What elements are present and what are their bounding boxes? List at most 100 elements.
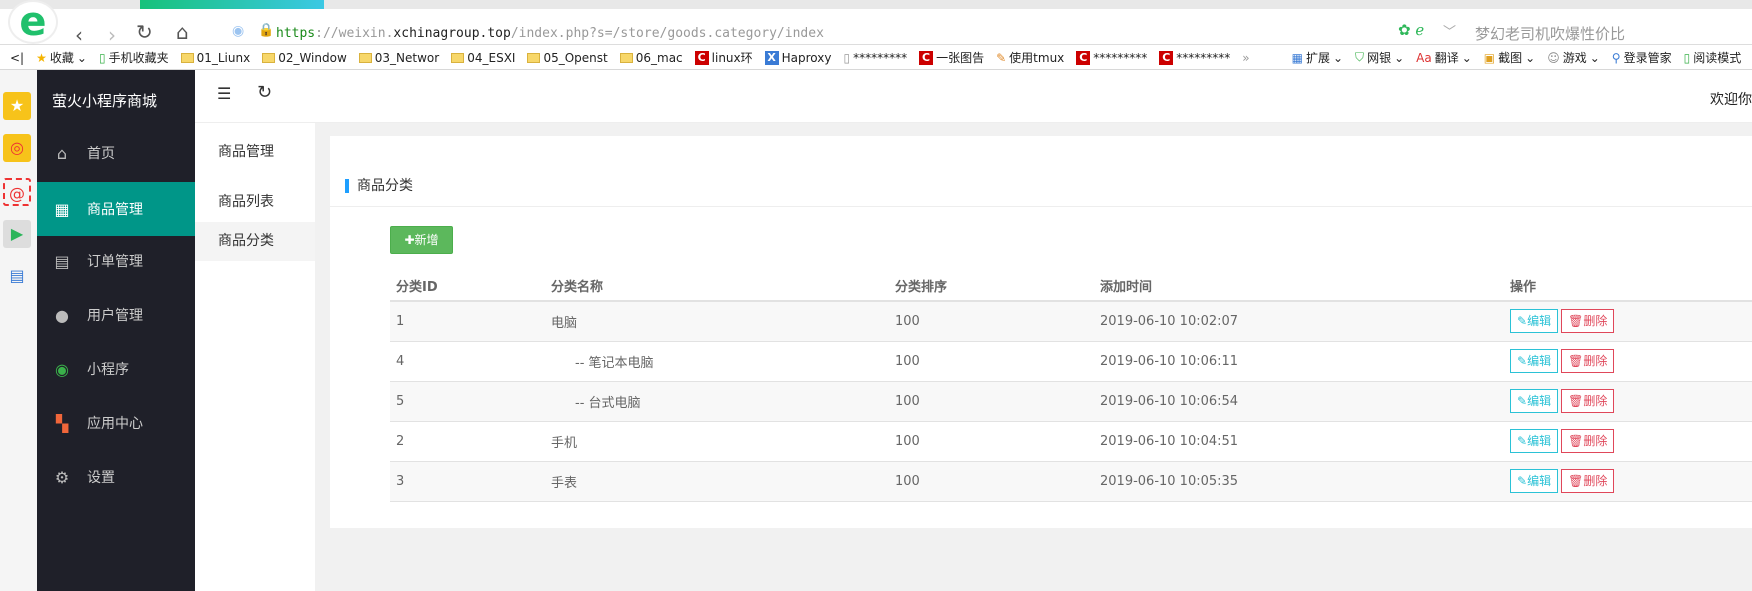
delete-button[interactable]: 🗑删除 [1561,349,1615,373]
bookmark[interactable]: ▯ 手机收藏夹 [99,49,169,66]
submenu-item-goods-list[interactable]: 商品列表 [195,183,315,222]
bookmark-label: Haproxy [781,50,832,65]
bookmark-label: 使用tmux [1009,51,1065,65]
nav-users[interactable]: ● 用户管理 [37,288,195,342]
weibo-icon[interactable]: ◎ [3,134,31,162]
toolbar-extensions[interactable]: ▦ 扩展 ⌄ [1292,49,1343,66]
delete-button[interactable]: 🗑删除 [1561,389,1615,413]
nav-goods[interactable]: ▦ 商品管理 [37,182,195,236]
bookmark[interactable]: 06_mac [619,51,683,65]
bookmark[interactable]: ★ 收藏 ⌄ [36,49,87,66]
site-info-icon[interactable]: ◉ [232,23,244,39]
cell-actions: ✎编辑 🗑删除 [1504,301,1752,342]
gamepad-icon: ☺ [1547,50,1560,65]
delete-label: 删除 [1583,394,1608,408]
nav-label: 小程序 [87,362,129,378]
extension-icon[interactable]: ✿ ℯ [1398,21,1424,39]
cell-time: 2019-06-10 10:05:35 [1094,461,1504,502]
collapse-icon[interactable]: <| [10,51,24,65]
toolbar-reader[interactable]: ▯ 阅读模式 [1684,49,1742,66]
url-input[interactable]: https://weixin.xchinagroup.top/index.php… [276,26,824,41]
home-icon: ⌂ [56,143,68,163]
nav-settings[interactable]: ⚙ 设置 [37,450,195,504]
toolbar-translate[interactable]: Aa 翻译 ⌄ [1416,49,1472,66]
bookmark[interactable]: ✎ 使用tmux [996,49,1064,66]
toolbar-label: 扩展 [1305,51,1330,65]
toolbar-label: 截图 [1498,51,1523,65]
cell-id: 5 [390,381,545,422]
nav-orders[interactable]: ▤ 订单管理 [37,234,195,288]
browser-logo-icon[interactable]: e [8,0,58,44]
search-hint[interactable]: 梦幻老司机吹爆性价比 [1475,23,1625,44]
column-header: 分类排序 [889,270,1094,302]
column-header: 分类名称 [545,270,889,302]
bookmark[interactable]: 01_Liunx [180,50,251,65]
toolbar-bank[interactable]: ⛉ 网银 ⌄ [1355,49,1404,66]
bookmark[interactable]: 02_Window [262,51,347,65]
bookmark[interactable]: C 一张图告 [919,49,984,66]
folder-icon [527,52,541,63]
nav-apps[interactable]: ▚ 应用中心 [37,396,195,450]
bookmark[interactable]: ▯ ********* [843,51,907,65]
cell-id: 4 [390,341,545,382]
refresh-icon[interactable]: ↻ [257,82,272,103]
edit-button[interactable]: ✎编辑 [1510,349,1559,373]
cell-name: 手机 [545,421,889,462]
submenu-item-goods-category[interactable]: 商品分类 [195,222,315,261]
bookmark[interactable]: X Haproxy [764,50,832,65]
menu-toggle-icon[interactable]: ☰ [217,84,231,103]
delete-button[interactable]: 🗑删除 [1561,429,1615,453]
nav-miniprogram[interactable]: ◉ 小程序 [37,342,195,396]
nav-label: 用户管理 [87,308,143,324]
submenu-title: 商品管理 [218,144,274,160]
address-bar-row: ‹ › ↻ ⌂ ◉ 🔒 https://weixin.xchinagroup.t… [0,9,1752,47]
submenu: 商品管理 商品列表 商品分类 [195,123,315,591]
reload-icon[interactable]: ↻ [136,20,153,44]
bookmark[interactable]: 04_ESXI [451,51,515,65]
screenshot-icon: ▣ [1483,50,1496,65]
edit-button[interactable]: ✎编辑 [1510,429,1559,453]
welcome-text[interactable]: 欢迎你 [1710,89,1752,109]
more-bookmarks-icon[interactable]: » [1242,51,1249,65]
bookmark[interactable]: C ********* [1076,50,1147,65]
folder-icon [262,52,276,63]
table-row: 2 手机 100 2019-06-10 10:04:51 ✎编辑 🗑删除 [390,421,1752,462]
dropdown-icon[interactable]: ﹀ [1443,21,1456,40]
plus-icon: ✚ [404,233,415,247]
bookmark[interactable]: 05_Openst [527,50,608,65]
edit-button[interactable]: ✎编辑 [1510,309,1559,334]
table-header: 分类ID 分类名称 分类排序 添加时间 操作 [390,270,1752,302]
video-icon[interactable]: ▶ [3,220,31,248]
table-row: 3 手表 100 2019-06-10 10:05:35 ✎编辑 🗑删除 [390,461,1752,502]
bookmark[interactable]: 03_Networ [358,51,439,65]
forward-icon[interactable]: › [108,23,116,47]
column-header: 添加时间 [1094,270,1504,302]
bookmark-label: 05_Openst [543,50,608,65]
favorites-icon[interactable]: ★ [3,92,31,120]
cell-sort: 100 [889,301,1094,342]
user-icon: ● [55,305,69,325]
url-path: /index.php?s=/store/goods.category/index [510,26,824,41]
add-button[interactable]: ✚新增 [390,226,453,254]
nav-home[interactable]: ⌂ 首页 [37,126,195,180]
bookmark-label: 01_Liunx [196,50,251,65]
mail-icon[interactable]: @ [3,178,31,206]
page-icon: ▯ [843,50,851,65]
delete-button[interactable]: 🗑删除 [1561,469,1615,493]
edit-button[interactable]: ✎编辑 [1510,469,1559,493]
delete-button[interactable]: 🗑删除 [1561,309,1615,334]
cell-sort: 100 [889,381,1094,422]
toolbar-login[interactable]: ⚲ 登录管家 [1612,49,1672,66]
bookmark[interactable]: C ********* [1159,50,1231,65]
bookmark[interactable]: Clinux环 [694,49,753,66]
back-icon[interactable]: ‹ [75,23,83,47]
bookmark-label: ********* [1176,50,1231,65]
home-icon[interactable]: ⌂ [176,20,189,44]
document-icon[interactable]: ▤ [3,262,31,290]
divider [330,206,1752,207]
toolbar-games[interactable]: ☺ 游戏 ⌄ [1547,49,1600,66]
toolbar-screenshot[interactable]: ▣ 截图 ⌄ [1484,49,1535,66]
active-tab-indicator[interactable] [140,0,324,9]
category-card: 商品分类 ✚新增 分类ID 分类名称 分类排序 添加时间 操作 1 电脑 100… [330,136,1752,528]
edit-button[interactable]: ✎编辑 [1510,389,1559,413]
